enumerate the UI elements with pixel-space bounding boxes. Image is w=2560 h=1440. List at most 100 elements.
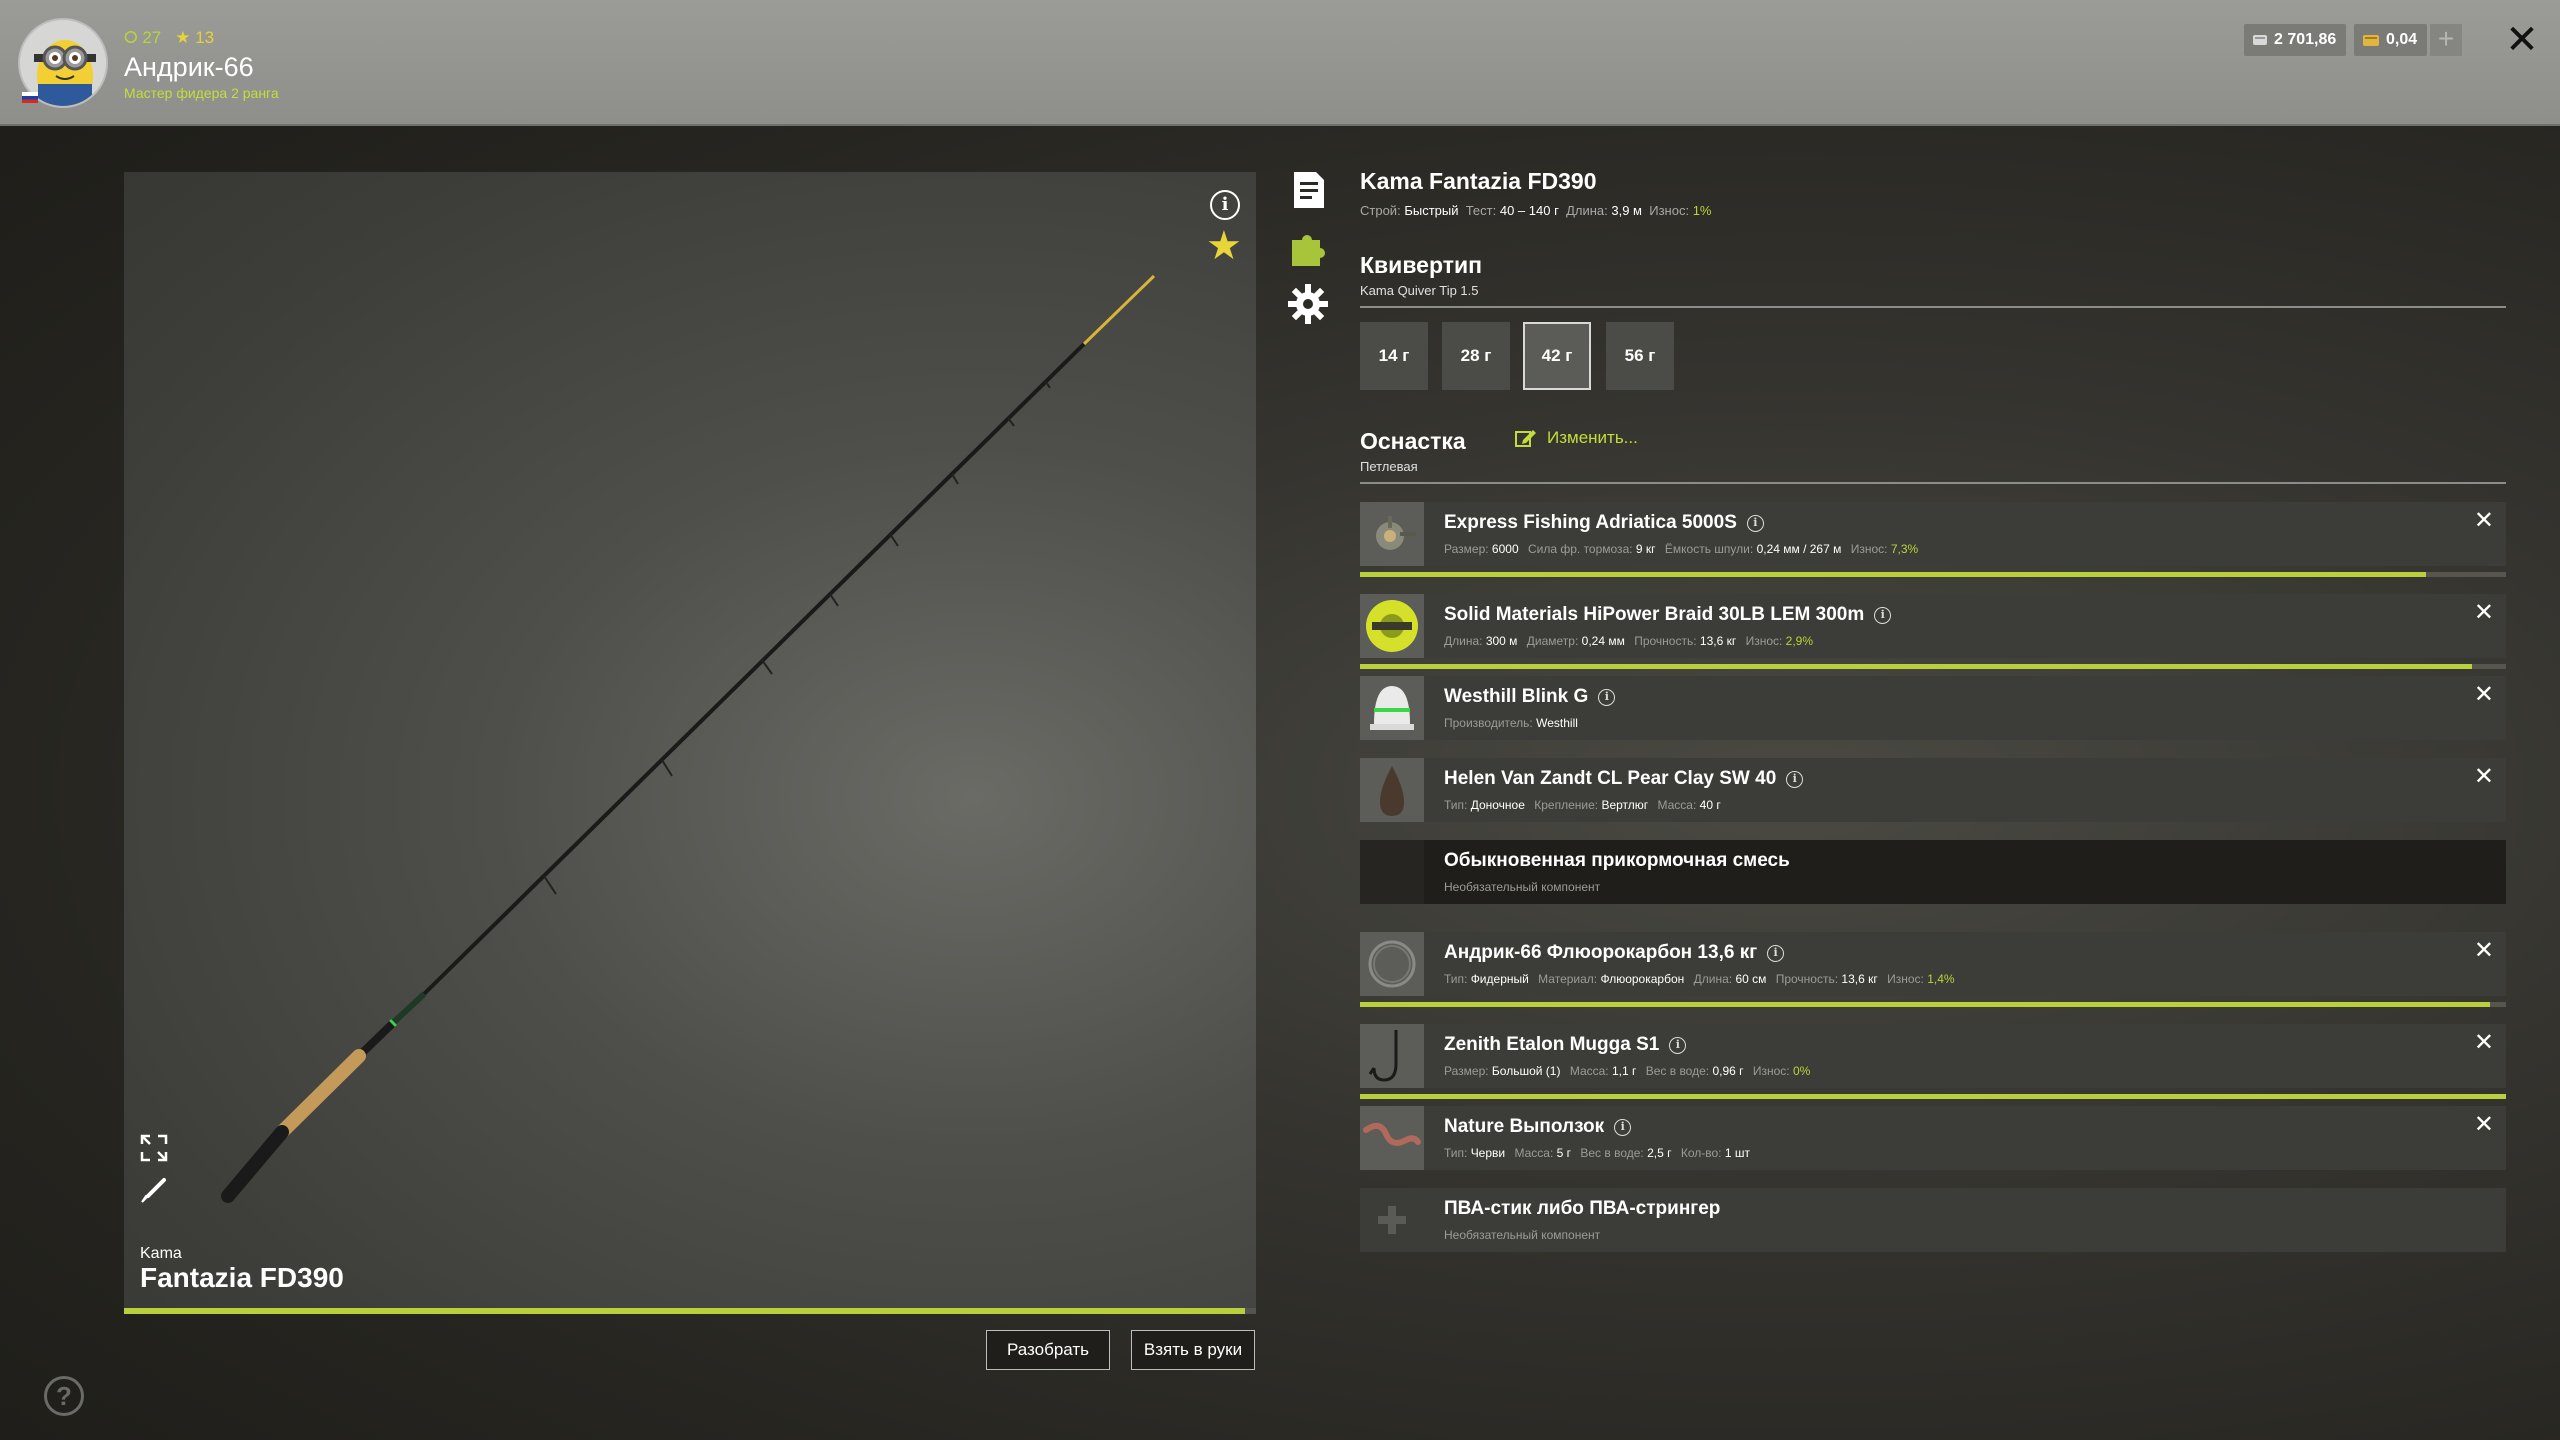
prop-label: Вес в воде: (1645, 1064, 1710, 1078)
document-icon[interactable] (1286, 168, 1330, 212)
prop-label: Износ: (1887, 972, 1924, 986)
slot-name: Express Fishing Adriatica 5000S i (1444, 512, 1764, 534)
level-stat: ⭘ 27 (124, 28, 162, 47)
quiver-option-56[interactable]: 56 г (1606, 322, 1674, 390)
prop-label: Прочность: (1775, 972, 1839, 986)
stars-stat: ★ 13 (175, 28, 215, 47)
prop-value: 300 м (1485, 634, 1518, 648)
line-thumbnail (1360, 594, 1424, 658)
slot-props: Размер: Большой (1) Масса: 1,1 г Вес в в… (1444, 1064, 1810, 1078)
rod-wear-fill (124, 1308, 1245, 1314)
slot-name: Westhill Blink G i (1444, 686, 1616, 708)
paint-brush-icon[interactable] (138, 1174, 170, 1206)
take-in-hands-button[interactable]: Взять в руки (1131, 1330, 1255, 1370)
top-bar: ⭘ 27 ★ 13 Андрик-66 Мастер фидера 2 ранг… (0, 0, 2560, 126)
reel-slot[interactable]: Express Fishing Adriatica 5000S i Размер… (1360, 502, 2506, 566)
prop-label: Прочность: (1634, 634, 1697, 648)
quiver-option-42-selected[interactable]: 42 г (1523, 322, 1591, 390)
feeder-rod-image[interactable] (124, 172, 1256, 1310)
prop-label: Масса: (1657, 798, 1697, 812)
prop-label: Износ: (1745, 634, 1783, 648)
slot-name: Nature Выползок i (1444, 1116, 1632, 1138)
quiver-option-28[interactable]: 28 г (1442, 322, 1510, 390)
gold-balance[interactable]: 0,04 (2354, 24, 2428, 56)
slot-props: Размер: 6000 Сила фр. тормоза: 9 кг Ёмко… (1444, 542, 1918, 556)
leader-slot[interactable]: Андрик-66 Флюорокарбон 13,6 кг i Тип: Фи… (1360, 932, 2506, 996)
prop-value: 7,3% (1890, 542, 1919, 556)
slot-title: Андрик-66 Флюорокарбон 13,6 кг (1444, 942, 1758, 963)
prop-label: Длина: (1444, 634, 1483, 648)
prop-value: 60 см (1735, 972, 1767, 986)
remove-icon[interactable]: ✕ (2474, 1028, 2494, 1057)
pva-thumbnail (1360, 1188, 1424, 1252)
hook-slot[interactable]: Zenith Etalon Mugga S1 i Размер: Большой… (1360, 1024, 2506, 1088)
leader-wear-bar (1360, 1002, 2506, 1007)
stars-value: 13 (195, 28, 215, 47)
rig-edit-link[interactable]: Изменить... (1515, 428, 1638, 448)
puzzle-piece-icon[interactable] (1286, 226, 1330, 270)
reel-wear-fill (1360, 572, 2426, 577)
remove-icon[interactable]: ✕ (2474, 506, 2494, 535)
prop-value: 13,6 кг (1699, 634, 1737, 648)
disassemble-button[interactable]: Разобрать (986, 1330, 1110, 1370)
feeder-slot[interactable]: Westhill Blink G i Производитель: Westhi… (1360, 676, 2506, 740)
prop-value: 5 г (1556, 1146, 1572, 1160)
line-slot[interactable]: Solid Materials HiPower Braid 30LB LEM 3… (1360, 594, 2506, 658)
prop-value: 1,4% (1927, 972, 1955, 986)
slot-title: Express Fishing Adriatica 5000S (1444, 512, 1737, 533)
add-currency-button[interactable]: + (2430, 24, 2462, 56)
prop-label: Производитель: (1444, 716, 1533, 730)
silver-coins-icon (2253, 35, 2267, 45)
player-stats: ⭘ 27 ★ 13 (124, 28, 214, 48)
prop-label: Кол-во: (1680, 1146, 1722, 1160)
prop-value: Флюорокарбон (1600, 972, 1685, 986)
rod-info-icon[interactable]: i (1210, 190, 1240, 220)
info-icon[interactable]: i (1598, 688, 1616, 706)
info-icon[interactable]: i (1746, 514, 1764, 532)
prop-value: Вертлюг (1601, 798, 1649, 812)
prop-label: Тест: (1465, 203, 1497, 218)
quiver-divider (1360, 306, 2506, 308)
prop-value: 0,24 мм (1581, 634, 1625, 648)
remove-icon[interactable]: ✕ (2474, 762, 2494, 791)
prop-value: Большой (1) (1491, 1064, 1561, 1078)
bait-slot[interactable]: Nature Выползок i Тип: Черви Масса: 5 г … (1360, 1106, 2506, 1170)
prop-value: Доночное (1470, 798, 1525, 812)
rod-wear-bar (124, 1308, 1256, 1314)
silver-balance[interactable]: 2 701,86 (2244, 24, 2347, 56)
prop-label: Тип: (1444, 798, 1468, 812)
close-icon[interactable]: ✕ (2502, 20, 2542, 60)
expand-icon[interactable] (138, 1132, 170, 1164)
help-icon[interactable]: ? (44, 1376, 84, 1416)
prop-value: Быстрый (1404, 203, 1459, 218)
slot-props: Производитель: Westhill (1444, 716, 1578, 730)
remove-icon[interactable]: ✕ (2474, 936, 2494, 965)
prop-label: Длина: (1693, 972, 1733, 986)
info-icon[interactable]: i (1614, 1118, 1632, 1136)
slot-name: Андрик-66 Флюорокарбон 13,6 кг i (1444, 942, 1785, 964)
info-icon[interactable]: i (1767, 944, 1785, 962)
gear-icon[interactable] (1286, 282, 1330, 326)
remove-icon[interactable]: ✕ (2474, 598, 2494, 627)
prop-label: Износ: (1752, 1064, 1790, 1078)
prop-value: 2,5 г (1647, 1146, 1672, 1160)
prop-value: 2,9% (1785, 634, 1814, 648)
info-icon[interactable]: i (1786, 770, 1804, 788)
info-icon[interactable]: i (1669, 1036, 1687, 1054)
prop-label: Сила фр. тормоза: (1527, 542, 1633, 556)
favorite-star-icon[interactable]: ★ (1206, 226, 1242, 266)
slot-name: Обыкновенная прикормочная смесь (1444, 850, 1790, 872)
remove-icon[interactable]: ✕ (2474, 1110, 2494, 1139)
sinker-slot[interactable]: Helen Van Zandt CL Pear Clay SW 40 i Тип… (1360, 758, 2506, 822)
rod-title: Kama Fantazia FD390 (1360, 168, 1597, 194)
pva-slot[interactable]: ПВА-стик либо ПВА-стрингер Необязательны… (1360, 1188, 2506, 1252)
remove-icon[interactable]: ✕ (2474, 680, 2494, 709)
hook-wear-fill (1360, 1094, 2506, 1099)
bait-thumbnail (1360, 1106, 1424, 1170)
groundbait-slot[interactable]: Обыкновенная прикормочная смесь Необязат… (1360, 840, 2506, 904)
leader-thumbnail (1360, 932, 1424, 996)
worm-icon (1363, 1122, 1421, 1146)
info-icon[interactable]: i (1874, 606, 1892, 624)
rig-section-title: Оснастка (1360, 428, 1466, 454)
quiver-option-14[interactable]: 14 г (1360, 322, 1428, 390)
